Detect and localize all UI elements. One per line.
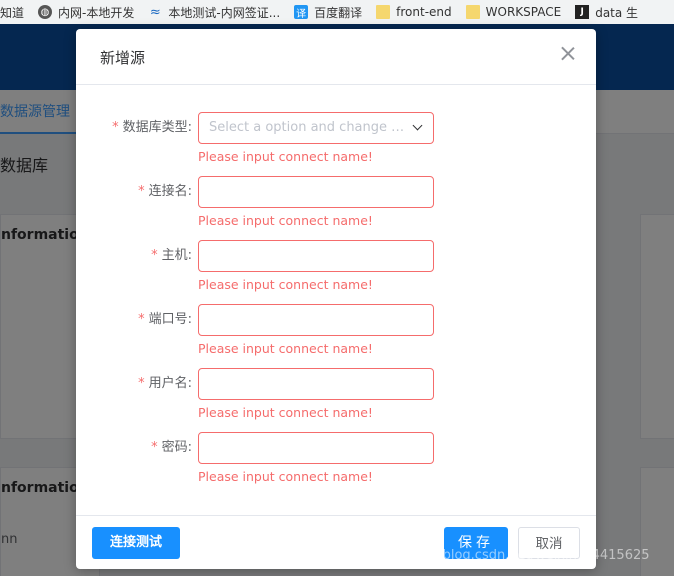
bookmark-label: data 生: [595, 5, 639, 20]
bookmark-item[interactable]: 译 百度翻译: [294, 4, 362, 21]
bookmark-item[interactable]: front-end: [376, 5, 452, 19]
bookmark-item[interactable]: ◍ 内网-本地开发: [38, 4, 134, 21]
label-text: 数据库类型:: [122, 120, 192, 135]
globe-icon: ◍: [38, 5, 53, 19]
bookmark-item[interactable]: 知道: [0, 4, 24, 21]
error-message: Please input connect name!: [198, 213, 373, 228]
label-text: 用户名:: [148, 376, 192, 391]
password-input[interactable]: [198, 432, 434, 464]
dialog-header: 新增源: [76, 29, 596, 85]
required-mark: *: [138, 376, 145, 391]
form-label: * 主机:: [76, 240, 192, 272]
form-row-connection-name: * 连接名: Please input connect name!: [76, 176, 596, 236]
jetbrains-icon: J: [575, 5, 590, 19]
bookmark-label: 本地测试-内网签证...: [168, 5, 281, 20]
label-text: 连接名:: [148, 184, 192, 199]
form-label: * 用户名:: [76, 368, 192, 400]
swirl-icon: ≈: [149, 4, 161, 20]
bookmark-item[interactable]: ≈ 本地测试-内网签证...: [148, 4, 280, 21]
bookmark-label: 百度翻译: [314, 5, 363, 20]
bookmark-label: 内网-本地开发: [58, 5, 135, 20]
bookmark-label: WORKSPACE: [485, 5, 562, 19]
error-message: Please input connect name!: [198, 405, 373, 420]
error-message: Please input connect name!: [198, 341, 373, 356]
label-text: 主机:: [161, 248, 192, 263]
bookmark-item[interactable]: J data 生: [575, 4, 638, 21]
form-row-username: * 用户名: Please input connect name!: [76, 368, 596, 428]
required-mark: *: [151, 440, 158, 455]
bookmark-label: 知道: [0, 5, 25, 20]
new-datasource-dialog: 新增源 * 数据库类型: Select a option and change i…: [76, 29, 596, 569]
required-mark: *: [151, 248, 158, 263]
close-icon[interactable]: [560, 45, 576, 61]
username-input[interactable]: [198, 368, 434, 400]
error-message: Please input connect name!: [198, 277, 373, 292]
required-mark: *: [138, 312, 145, 327]
form-label: * 密码:: [76, 432, 192, 464]
host-input[interactable]: [198, 240, 434, 272]
form-row-host: * 主机: Please input connect name!: [76, 240, 596, 300]
folder-icon: [465, 5, 480, 19]
watermark: https://blog.csdn.net/weixin_44415625: [396, 548, 650, 563]
database-type-select[interactable]: Select a option and change inp...: [198, 112, 434, 144]
required-mark: *: [112, 120, 119, 135]
form-label: * 数据库类型:: [76, 112, 192, 144]
form-row-password: * 密码: Please input connect name!: [76, 432, 596, 492]
form-label: * 连接名:: [76, 176, 192, 208]
connection-name-input[interactable]: [198, 176, 434, 208]
error-message: Please input connect name!: [198, 469, 373, 484]
label-text: 端口号:: [148, 312, 192, 327]
translate-icon: 译: [294, 5, 309, 20]
test-connection-button[interactable]: 连接测试: [92, 527, 180, 559]
label-text: 密码:: [161, 440, 192, 455]
folder-icon: [376, 5, 391, 19]
error-message: Please input connect name!: [198, 149, 373, 164]
form-row-port: * 端口号: Please input connect name!: [76, 304, 596, 364]
form-label: * 端口号:: [76, 304, 192, 336]
form-row-database-type: * 数据库类型: Select a option and change inp..…: [76, 112, 596, 172]
bookmark-label: front-end: [396, 5, 452, 19]
bookmark-item[interactable]: WORKSPACE: [465, 5, 562, 19]
bookmarks-bar: 知道 ◍ 内网-本地开发 ≈ 本地测试-内网签证... 译 百度翻译 front…: [0, 0, 674, 24]
dialog-title: 新增源: [100, 49, 146, 67]
required-mark: *: [138, 184, 145, 199]
port-input[interactable]: [198, 304, 434, 336]
